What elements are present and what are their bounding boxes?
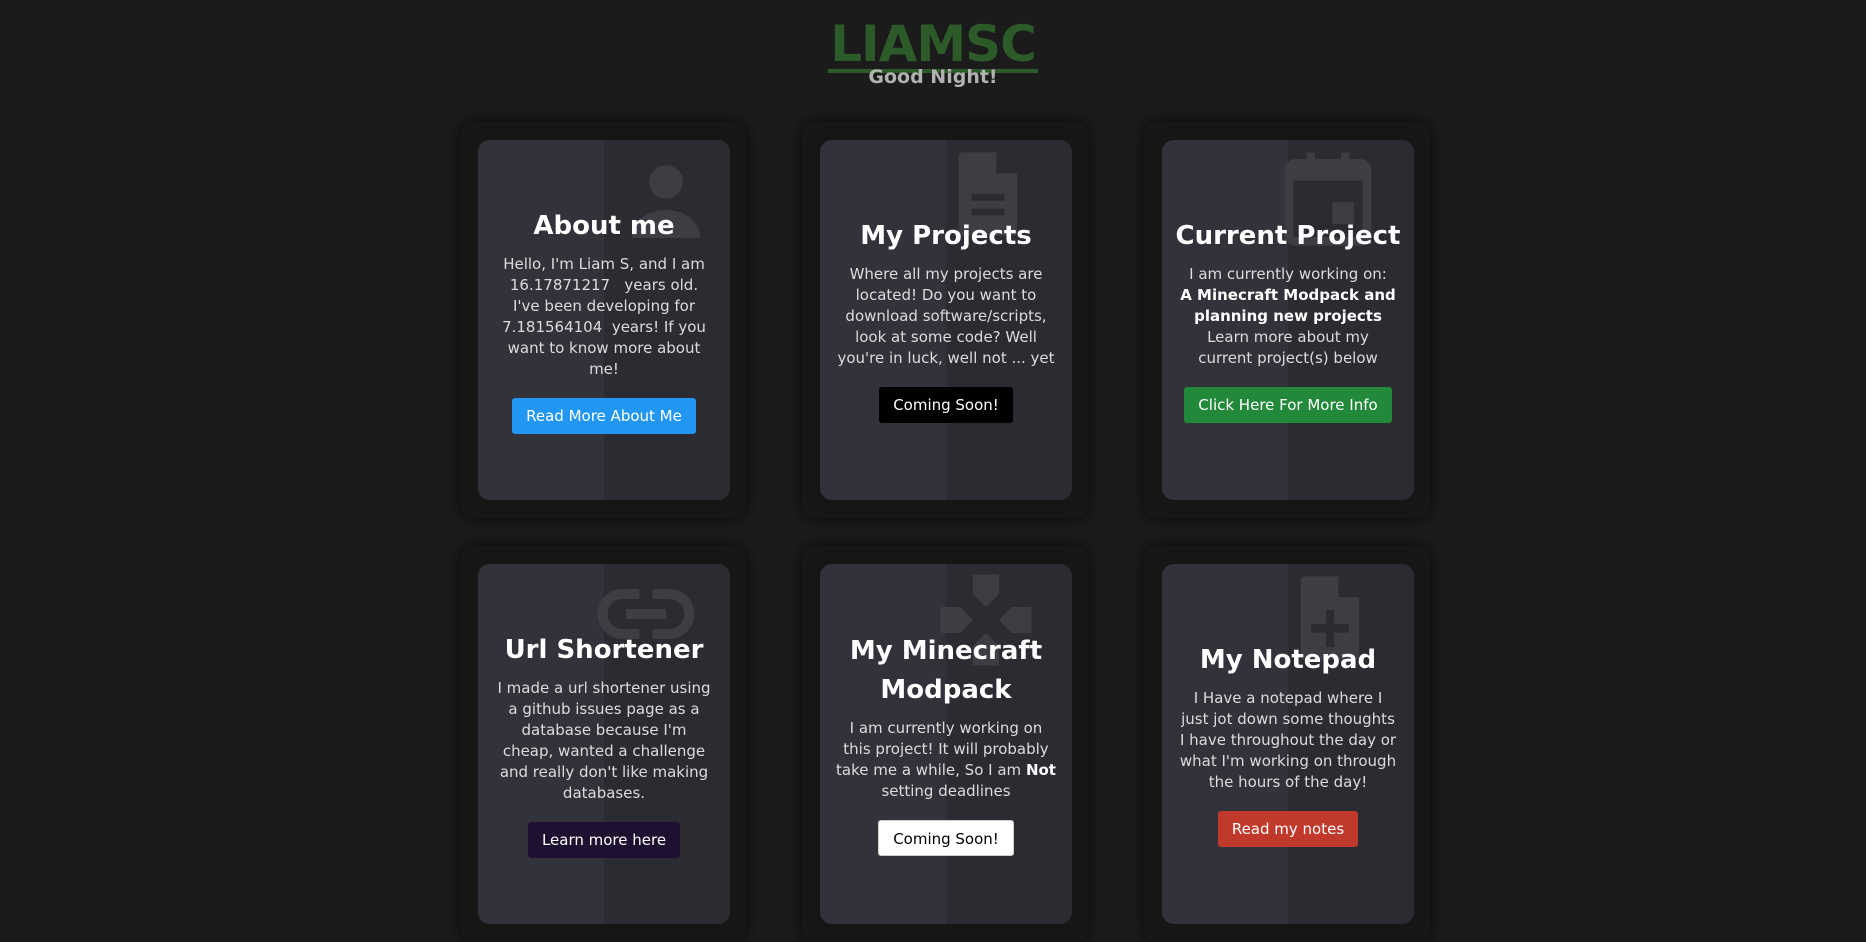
card-frame-minecraft-modpack: My Minecraft Modpack I am currently work… <box>802 546 1088 942</box>
card-minecraft-modpack: My Minecraft Modpack I am currently work… <box>820 564 1072 924</box>
card-description: I Have a notepad where I just jot down s… <box>1179 689 1397 791</box>
site-logo[interactable]: LIAMSC <box>0 16 1866 73</box>
current-project-name: A Minecraft Modpack and planning new pro… <box>1180 286 1396 325</box>
card-frame-about: About me Hello, I'm Liam S, and I am 16.… <box>460 122 746 518</box>
card-description: Hello, I'm Liam S, and I am 16.17871217 … <box>494 254 714 380</box>
card-notepad: My Notepad I Have a notepad where I just… <box>1162 564 1414 924</box>
greeting-text: Good Night! <box>868 66 998 88</box>
desc-emphasis: Not <box>1025 761 1056 779</box>
age-value: 16.17871217 <box>509 275 611 294</box>
card-url-shortener: Url Shortener I made a url shortener usi… <box>478 564 730 924</box>
card-current-project: Current Project I am currently working o… <box>1162 140 1414 500</box>
learn-more-button[interactable]: Learn more here <box>527 821 681 858</box>
card-title: My Notepad <box>1199 645 1377 675</box>
desc-text: I am currently working on: <box>1189 265 1387 283</box>
card-frame-projects: My Projects Where all my projects are lo… <box>802 122 1088 518</box>
card-title: Current Project <box>1175 221 1401 251</box>
more-info-button[interactable]: Click Here For More Info <box>1184 387 1392 423</box>
card-title: My Minecraft Modpack <box>849 636 1043 705</box>
logo-text[interactable]: LIAMSC <box>828 19 1038 73</box>
modpack-coming-soon-button[interactable]: Coming Soon! <box>878 820 1014 856</box>
card-title: Url Shortener <box>504 634 704 665</box>
dev-years-value: 7.181564104 <box>502 317 603 336</box>
card-title: My Projects <box>860 221 1032 251</box>
read-more-about-me-button[interactable]: Read More About Me <box>512 397 696 434</box>
card-frame-notepad: My Notepad I Have a notepad where I just… <box>1144 546 1430 942</box>
read-my-notes-button[interactable]: Read my notes <box>1217 811 1359 847</box>
card-title: About me <box>533 210 675 241</box>
desc-text: I've been developing for <box>513 296 695 315</box>
card-description: I made a url shortener using a github is… <box>497 678 711 802</box>
card-description: I am currently working on: A Minecraft M… <box>1178 264 1398 369</box>
card-description: Where all my projects are located! Do yo… <box>837 265 1055 367</box>
card-frame-url-shortener: Url Shortener I made a url shortener usi… <box>460 546 746 942</box>
desc-text: setting deadlines <box>881 782 1011 800</box>
projects-coming-soon-button[interactable]: Coming Soon! <box>879 387 1013 423</box>
desc-text: Hello, I'm Liam S, and I am <box>503 254 705 273</box>
desc-text: I am currently working on this project! … <box>836 719 1049 779</box>
desc-text: Learn more about my current project(s) b… <box>1198 328 1378 367</box>
card-frame-current-project: Current Project I am currently working o… <box>1144 122 1430 518</box>
card-projects: My Projects Where all my projects are lo… <box>820 140 1072 500</box>
desc-text: years old. <box>624 275 699 294</box>
card-description: I am currently working on this project! … <box>836 718 1056 802</box>
card-about: About me Hello, I'm Liam S, and I am 16.… <box>478 140 730 500</box>
